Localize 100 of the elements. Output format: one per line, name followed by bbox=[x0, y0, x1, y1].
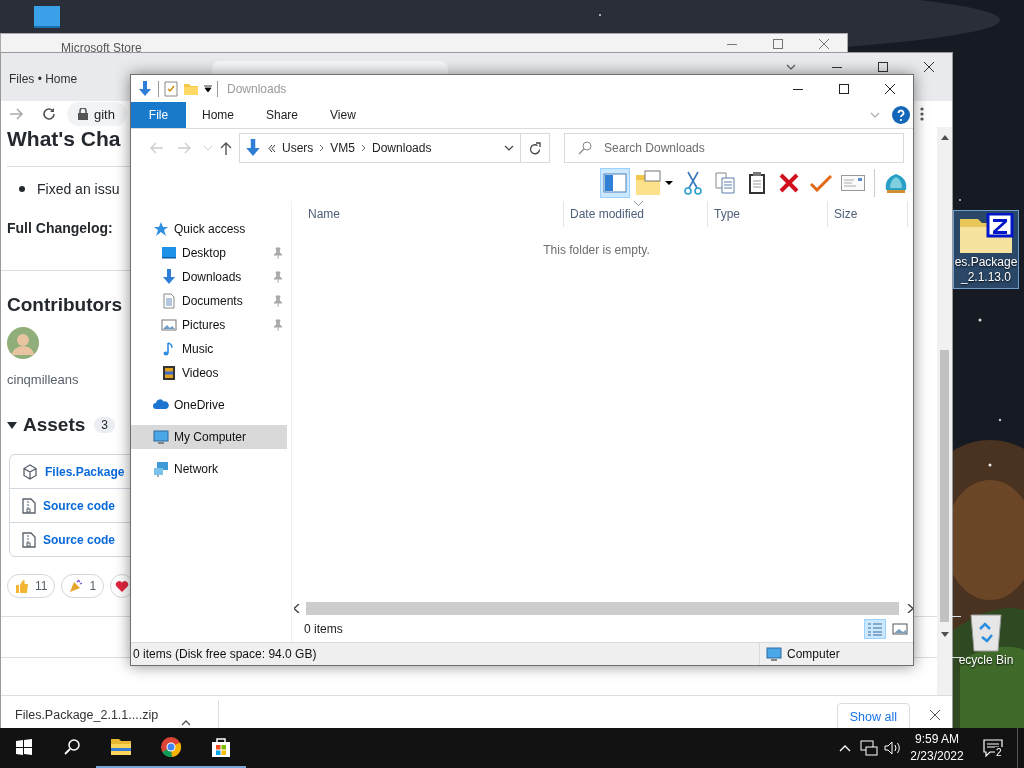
windows-logo-icon[interactable] bbox=[16, 739, 32, 755]
scroll-left-icon[interactable] bbox=[294, 604, 300, 613]
reaction-button[interactable]: 11 bbox=[7, 574, 56, 598]
party-popper-icon bbox=[69, 579, 84, 593]
pane-icon bbox=[603, 173, 627, 193]
asset-link[interactable]: Source code bbox=[43, 532, 116, 547]
disclosure-triangle-icon[interactable] bbox=[7, 420, 17, 430]
status-text: 0 items (Disk free space: 94.0 GB) bbox=[133, 643, 760, 665]
nav-item[interactable]: My Computer bbox=[131, 425, 287, 449]
trash-bin-icon bbox=[968, 611, 1004, 653]
document-icon bbox=[161, 293, 177, 309]
scrollbar-thumb[interactable] bbox=[940, 350, 949, 622]
search-field[interactable]: Search Downloads bbox=[564, 133, 904, 163]
thumbs-up-icon bbox=[15, 579, 29, 593]
show-all-button[interactable]: Show all bbox=[836, 703, 910, 731]
icon-label: ecycle Bin bbox=[958, 653, 1014, 668]
nav-item[interactable]: Network bbox=[131, 457, 287, 481]
list-item: Fixed an issu bbox=[37, 180, 120, 199]
cross-icon bbox=[779, 173, 799, 193]
asset-link[interactable]: Files.Package bbox=[45, 464, 125, 479]
address-field[interactable]: gith bbox=[67, 102, 127, 126]
asset-link[interactable]: Source code bbox=[43, 498, 116, 513]
nav-item[interactable]: Documents bbox=[131, 289, 287, 313]
icon-label: es.Package bbox=[954, 255, 1018, 270]
breadcrumb[interactable]: Users bbox=[282, 141, 314, 155]
scissors-icon bbox=[684, 171, 702, 195]
column-header[interactable]: Date modified bbox=[564, 201, 708, 227]
scroll-right-icon[interactable] bbox=[907, 604, 913, 613]
close-icon bbox=[885, 83, 895, 94]
speaker-icon[interactable] bbox=[884, 741, 902, 755]
browser-icon bbox=[160, 736, 182, 758]
nav-item[interactable]: Pictures bbox=[131, 313, 287, 337]
computer-icon bbox=[153, 429, 169, 445]
zipped-folder-icon bbox=[958, 213, 1014, 255]
nav-item[interactable]: OneDrive bbox=[131, 393, 287, 417]
dropdown-icon bbox=[504, 145, 514, 151]
heading: Assets bbox=[23, 414, 86, 436]
network-icon[interactable] bbox=[860, 740, 878, 756]
column-header[interactable]: Type bbox=[708, 201, 828, 227]
shopping-bag-icon bbox=[210, 736, 232, 758]
expand-ribbon-icon[interactable] bbox=[870, 112, 880, 118]
reaction-button[interactable]: 1 bbox=[61, 574, 105, 598]
caret-icon[interactable] bbox=[204, 84, 212, 93]
ribbon-tab[interactable]: View bbox=[314, 102, 372, 128]
chevron-icon[interactable] bbox=[181, 720, 192, 726]
reload-icon[interactable] bbox=[42, 107, 56, 121]
nav-item[interactable]: Quick access bbox=[131, 217, 287, 241]
avatar[interactable] bbox=[7, 327, 39, 359]
ribbon-tab[interactable]: Home bbox=[186, 102, 250, 128]
scrollbar[interactable] bbox=[937, 127, 952, 695]
item-count: 0 items bbox=[304, 622, 343, 636]
column-header[interactable]: Size bbox=[828, 201, 908, 227]
maximize-icon bbox=[878, 61, 888, 72]
clipboard-icon bbox=[748, 171, 766, 195]
more-icon[interactable] bbox=[920, 107, 924, 121]
refresh-button[interactable] bbox=[521, 133, 550, 163]
scroll-up-icon[interactable] bbox=[940, 135, 949, 140]
network-icon bbox=[153, 461, 169, 477]
address-bar[interactable]: Users VM5 Downloads bbox=[239, 133, 521, 163]
desktop-icon[interactable]: es.Package _2.1.13.0 bbox=[953, 210, 1019, 289]
help-icon[interactable] bbox=[892, 106, 910, 124]
breadcrumb[interactable]: VM5 bbox=[330, 141, 356, 155]
nav-item[interactable]: Music bbox=[131, 337, 287, 361]
heading: Contributors bbox=[7, 293, 124, 317]
breadcrumb[interactable]: Downloads bbox=[372, 141, 432, 155]
search-icon[interactable] bbox=[64, 739, 80, 755]
scrollbar[interactable] bbox=[294, 601, 913, 616]
zip-file-icon bbox=[22, 497, 36, 514]
up-arrow-icon[interactable] bbox=[220, 141, 232, 155]
file-menu-button[interactable]: File bbox=[131, 102, 186, 128]
window-title: Downloads bbox=[227, 81, 287, 96]
forward-icon[interactable] bbox=[10, 108, 24, 120]
download-arrow-icon bbox=[161, 269, 177, 285]
nav-item[interactable]: Downloads bbox=[131, 265, 287, 289]
copy-icon bbox=[715, 172, 735, 194]
close-icon bbox=[819, 39, 829, 49]
nav-item[interactable]: Videos bbox=[131, 361, 287, 385]
window-title: Microsoft Store bbox=[60, 40, 143, 55]
username[interactable]: cinqmilleans bbox=[7, 371, 131, 389]
shell-icon bbox=[884, 172, 908, 194]
nav-item[interactable]: Desktop bbox=[131, 241, 287, 265]
close-icon bbox=[924, 61, 934, 72]
download-item[interactable]: Files.Package_2.1.1....zip bbox=[15, 708, 159, 722]
scroll-down-icon[interactable] bbox=[940, 632, 949, 637]
column-header[interactable]: Name bbox=[302, 201, 564, 227]
browser-tab[interactable]: Files • Home bbox=[9, 72, 78, 86]
details-view-icon bbox=[867, 622, 883, 636]
ribbon-tab[interactable]: Share bbox=[250, 102, 315, 128]
chevron-icon bbox=[319, 144, 325, 152]
clock[interactable]: 9:59 AM 2/23/2022 bbox=[905, 728, 969, 768]
desktop-icon[interactable]: ecycle Bin bbox=[953, 609, 1019, 671]
refresh-icon bbox=[529, 141, 541, 155]
scrollbar-thumb[interactable] bbox=[306, 602, 899, 615]
checklist-icon[interactable] bbox=[164, 80, 178, 97]
maximize-icon bbox=[773, 39, 783, 49]
check-icon bbox=[809, 174, 833, 192]
computer-icon bbox=[765, 646, 783, 662]
folder-icon bbox=[110, 736, 132, 758]
notifications-button[interactable]: 2 bbox=[969, 728, 1017, 768]
lock-icon bbox=[78, 108, 88, 120]
